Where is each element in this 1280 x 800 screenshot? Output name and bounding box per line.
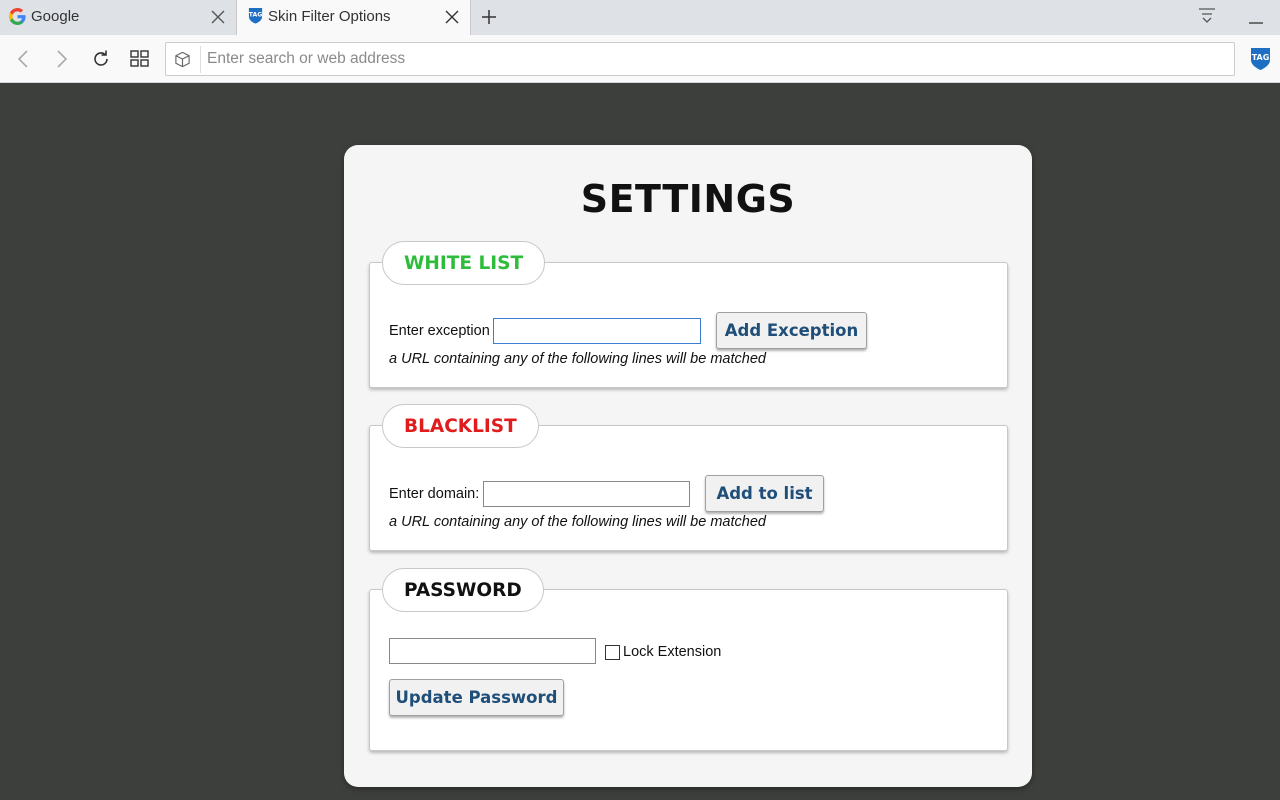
password-heading: PASSWORD [382, 568, 544, 612]
minimize-window-icon[interactable] [1247, 8, 1265, 26]
address-input[interactable] [207, 46, 1217, 72]
tab-title: Skin Filter Options [268, 8, 391, 25]
new-tab-plus-icon[interactable] [480, 8, 498, 26]
domain-label: Enter domain: [389, 486, 480, 502]
close-tab-icon[interactable] [210, 9, 226, 25]
tab-bar: Google TAG Skin Filter Options [0, 0, 1280, 35]
address-bar[interactable] [165, 42, 1235, 76]
tab-menu-icon[interactable] [1198, 7, 1216, 25]
page-cube-icon [175, 51, 190, 68]
lock-extension-checkbox[interactable] [605, 645, 620, 660]
address-bar-separator [200, 46, 201, 73]
close-tab-icon[interactable] [444, 9, 460, 25]
tab-skin-filter-options[interactable]: TAG Skin Filter Options [236, 0, 471, 35]
back-arrow-icon[interactable] [13, 48, 35, 70]
blacklist-hint: a URL containing any of the following li… [389, 514, 766, 530]
password-section: PASSWORD Lock Extension Update Password [369, 568, 1008, 751]
navigation-toolbar: TAG [0, 35, 1280, 83]
add-exception-button[interactable]: Add Exception [716, 312, 867, 349]
update-password-button[interactable]: Update Password [389, 679, 564, 716]
whitelist-section: WHITE LIST Enter exception Add Exception… [369, 241, 1008, 388]
settings-card: SETTINGS WHITE LIST Enter exception Add … [344, 145, 1032, 787]
shield-tag-icon: TAG [249, 7, 262, 24]
svg-text:TAG: TAG [249, 11, 262, 18]
password-input[interactable] [389, 638, 596, 664]
lock-extension-label: Lock Extension [623, 644, 722, 660]
forward-arrow-icon[interactable] [50, 48, 72, 70]
svg-text:TAG: TAG [1252, 53, 1270, 62]
google-g-icon [9, 8, 26, 25]
tab-google[interactable]: Google [0, 0, 236, 35]
blacklist-heading: BLACKLIST [382, 404, 539, 448]
exception-input[interactable] [493, 318, 701, 344]
tab-title: Google [31, 8, 80, 25]
speed-dial-grid-icon[interactable] [129, 48, 151, 70]
skin-filter-extension-icon[interactable]: TAG [1250, 47, 1271, 71]
page-title: SETTINGS [580, 177, 796, 221]
whitelist-heading: WHITE LIST [382, 241, 546, 285]
whitelist-hint: a URL containing any of the following li… [389, 351, 766, 367]
add-to-list-button[interactable]: Add to list [705, 475, 824, 512]
domain-input[interactable] [483, 481, 690, 507]
exception-label: Enter exception [389, 323, 490, 339]
blacklist-section: BLACKLIST Enter domain: Add to list a UR… [369, 404, 1008, 551]
reload-icon[interactable] [90, 48, 112, 70]
